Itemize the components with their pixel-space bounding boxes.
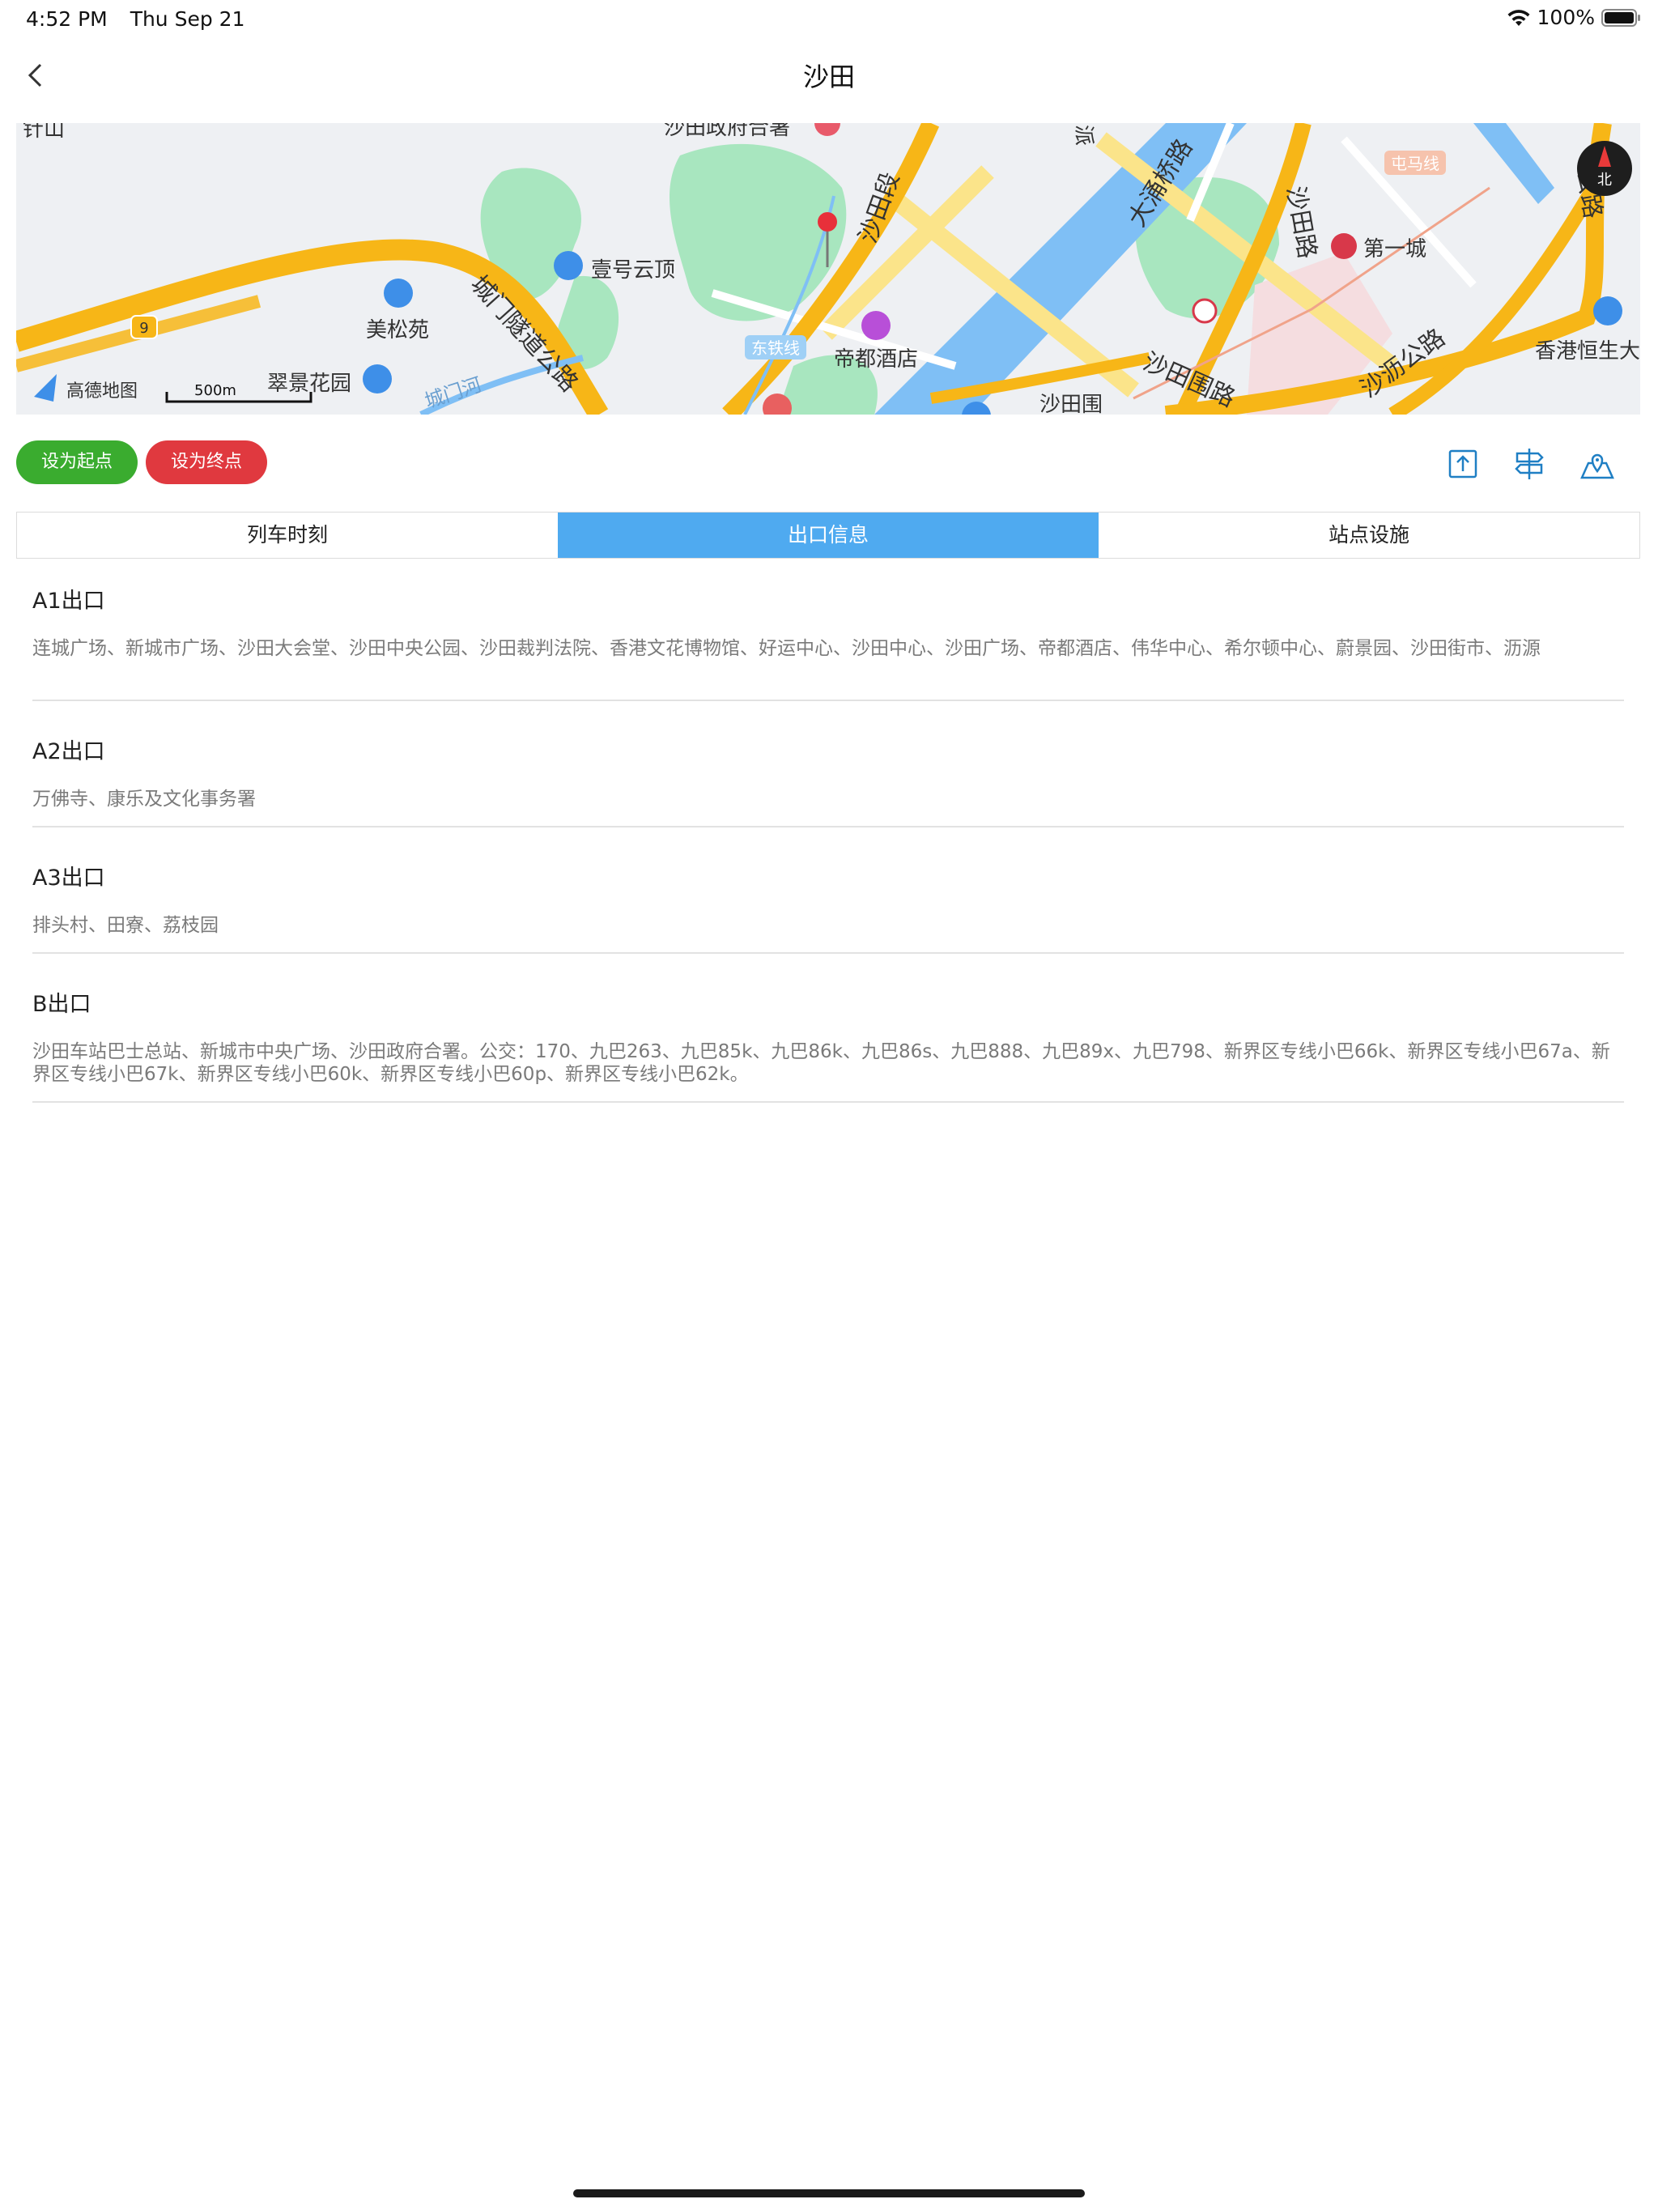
- exit-description: 连城广场、新城市广场、沙田大会堂、沙田中央公园、沙田裁判法院、香港文花博物馆、好…: [32, 638, 1541, 659]
- page-title: 沙田: [802, 62, 855, 92]
- svg-text:北: 北: [1597, 172, 1612, 189]
- signpost-icon: [1515, 449, 1544, 479]
- directions-button[interactable]: [1509, 444, 1550, 484]
- share-button[interactable]: [1443, 444, 1483, 484]
- line-label: 屯马线: [1391, 154, 1439, 173]
- divider: [32, 1101, 1624, 1103]
- residence-icon: [363, 364, 392, 393]
- exit-description: 排头村、田寮、荔枝园: [32, 915, 219, 936]
- map-label: 第一城: [1363, 237, 1426, 262]
- set-start-button[interactable]: 设为起点: [16, 440, 138, 484]
- map-label: 派: [1071, 125, 1095, 146]
- residence-icon: [554, 251, 583, 280]
- list-item: A1出口 连城广场、新城市广场、沙田大会堂、沙田中央公园、沙田裁判法院、香港文花…: [32, 583, 1624, 660]
- map-label: 美松苑: [366, 318, 429, 342]
- status-time: 4:52 PM: [26, 7, 108, 31]
- hotel-icon: [861, 311, 891, 340]
- battery-icon: [1601, 8, 1640, 27]
- share-upload-icon: [1448, 449, 1477, 479]
- exit-description: 万佛寺、康乐及文化事务署: [32, 789, 256, 810]
- exit-name: A1出口: [32, 589, 105, 614]
- battery-percent: 100%: [1537, 6, 1595, 29]
- school-icon: [1593, 296, 1622, 325]
- map-marker-icon: [1580, 453, 1614, 479]
- map-label: 帝都酒店: [834, 347, 918, 372]
- map-label: 沙田政府合署: [664, 123, 790, 140]
- map-canvas[interactable]: 9 屯马线 东铁线 针山 沙田政府合署 壹号云顶 美松苑 翠景花园 帝都酒店 沙…: [16, 123, 1640, 415]
- exit-description: 沙田车站巴士总站、新城市中央广场、沙田政府合署。公交：170、九巴263、九巴8…: [32, 1041, 1610, 1085]
- tab-exit-info[interactable]: 出口信息: [558, 513, 1099, 558]
- tab-train-schedule[interactable]: 列车时刻: [17, 513, 558, 558]
- compass-icon[interactable]: 北: [1577, 141, 1632, 196]
- svg-text:500m: 500m: [194, 382, 236, 399]
- residence-icon: [384, 279, 413, 308]
- location-pin-icon[interactable]: [818, 212, 837, 232]
- list-item: A2出口 万佛寺、康乐及文化事务署: [32, 734, 1624, 810]
- svg-text:高德地图: 高德地图: [66, 381, 138, 402]
- map-nav-button[interactable]: [1577, 444, 1618, 484]
- map-label: 针山: [23, 123, 65, 142]
- map-label: 翠景花园: [267, 372, 351, 396]
- map-view[interactable]: 9 屯马线 东铁线 针山 沙田政府合署 壹号云顶 美松苑 翠景花园 帝都酒店 沙…: [16, 123, 1640, 415]
- tab-bar: 列车时刻 出口信息 站点设施: [16, 512, 1640, 559]
- divider: [32, 700, 1624, 701]
- status-date: Thu Sep 21: [130, 7, 245, 31]
- nav-bar: 沙田: [0, 47, 1658, 104]
- map-label: 香港恒生大: [1535, 339, 1640, 364]
- line-label: 东铁线: [751, 338, 800, 358]
- exit-name: A3出口: [32, 866, 105, 891]
- divider: [32, 826, 1624, 827]
- mtr-station-icon: [1331, 233, 1357, 259]
- map-label: 沙田围: [1039, 393, 1103, 415]
- list-item: A3出口 排头村、田寮、荔枝园: [32, 860, 1624, 937]
- divider: [32, 952, 1624, 954]
- wifi-icon: [1507, 9, 1530, 26]
- exit-name: B出口: [32, 992, 91, 1017]
- poi-icon: [1192, 298, 1218, 324]
- map-label: 壹号云顶: [591, 258, 675, 283]
- route-number: 9: [139, 320, 148, 337]
- tab-station-facilities[interactable]: 站点设施: [1099, 513, 1639, 558]
- list-item: B出口 沙田车站巴士总站、新城市中央广场、沙田政府合署。公交：170、九巴263…: [32, 986, 1624, 1086]
- status-bar: 4:52 PM Thu Sep 21 100%: [0, 0, 1658, 37]
- set-end-button[interactable]: 设为终点: [146, 440, 267, 484]
- exit-name: A2出口: [32, 739, 105, 764]
- home-indicator[interactable]: [573, 2189, 1085, 2197]
